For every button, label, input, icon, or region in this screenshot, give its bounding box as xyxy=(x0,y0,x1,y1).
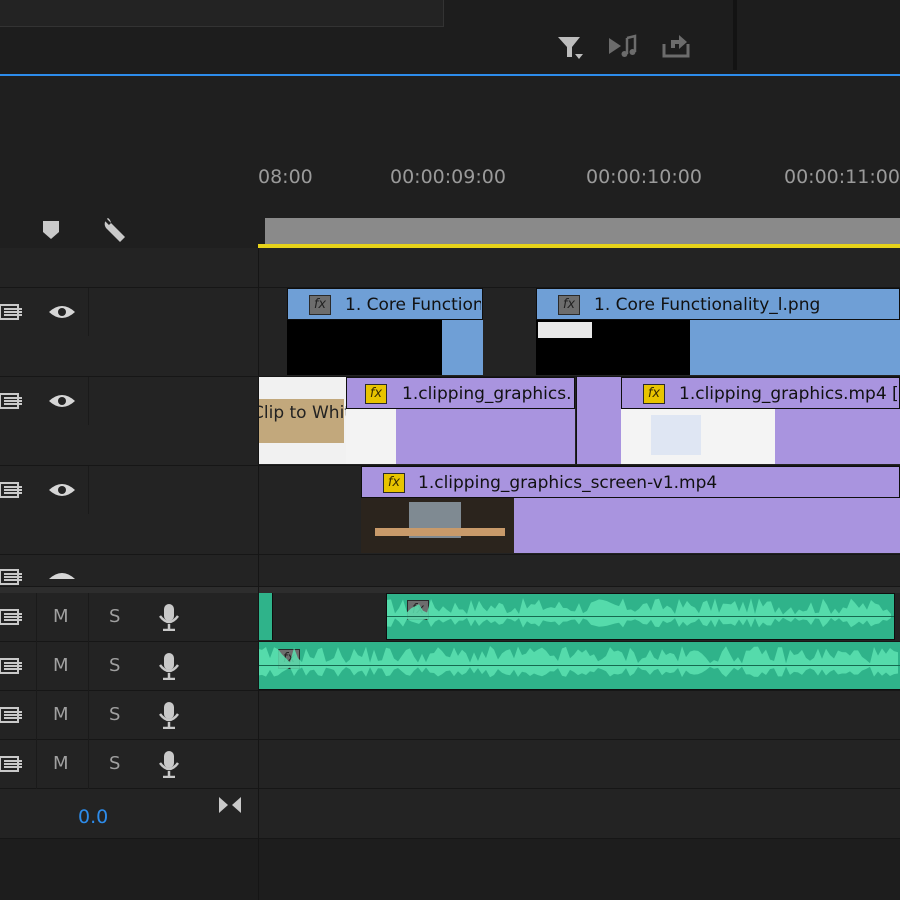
video-clip[interactable]: fx 1. Core Functionality_l.png xyxy=(536,288,900,375)
toggle-sync-lock-icon[interactable] xyxy=(0,607,26,627)
solo-button[interactable]: S xyxy=(109,753,120,774)
thumbnail-image xyxy=(375,528,505,536)
mute-button[interactable]: M xyxy=(53,606,69,627)
timeline-footer xyxy=(0,839,900,900)
audio-track-header xyxy=(0,691,258,740)
video-clip-segment[interactable] xyxy=(576,377,622,464)
toggle-sync-lock-icon[interactable] xyxy=(0,391,26,411)
audio-clip[interactable]: fx xyxy=(386,593,895,640)
mute-button[interactable]: M xyxy=(53,753,69,774)
go-to-in-out-icon[interactable] xyxy=(217,795,243,815)
wrench-icon[interactable] xyxy=(102,215,132,245)
clip-header: fx 1.clipping_graphics.mp4 [13 xyxy=(621,377,900,409)
header-lane-divider[interactable] xyxy=(258,248,259,900)
microphone-icon[interactable] xyxy=(158,750,180,778)
track-header-empty xyxy=(0,248,258,288)
toggle-sync-lock-icon[interactable] xyxy=(0,705,26,725)
clip-name: 1. Core Function xyxy=(345,295,481,315)
master-volume-value[interactable]: 0.0 xyxy=(78,806,108,828)
header-divider xyxy=(88,593,89,789)
clip-thumbnail xyxy=(346,409,396,464)
toggle-sync-lock-icon[interactable] xyxy=(0,754,26,774)
audio-waveform xyxy=(258,646,900,678)
fx-badge: fx xyxy=(365,384,387,404)
add-marker-icon[interactable] xyxy=(40,219,62,241)
clip-body xyxy=(690,320,900,375)
timecode-label: 00:00:09:00 xyxy=(390,166,506,188)
track-toggle-cell xyxy=(36,288,89,336)
timecode-label: 08:00 xyxy=(258,166,313,188)
solo-button[interactable]: S xyxy=(109,704,120,725)
clip-name: 1.clipping_graphics.mp4 [13 xyxy=(679,384,900,404)
export-icon[interactable] xyxy=(660,32,692,60)
video-track-header xyxy=(0,555,258,587)
clip-thumbnail xyxy=(536,320,690,375)
track-toggle-cell xyxy=(36,377,89,425)
fx-badge: fx xyxy=(558,295,580,315)
video-clip[interactable]: fx 1.clipping_graphics_screen-v1.mp4 xyxy=(361,466,900,553)
clip-thumbnail xyxy=(361,498,514,553)
header-divider xyxy=(36,593,37,789)
track-toggle-cell xyxy=(36,466,89,514)
master-track-lane xyxy=(258,789,900,839)
clip-header: fx 1. Core Function xyxy=(287,288,483,320)
solo-button[interactable]: S xyxy=(109,606,120,627)
mute-button[interactable]: M xyxy=(53,655,69,676)
clip-name: 1. Core Functionality_l.png xyxy=(594,295,821,315)
video-clip[interactable]: fx 1.clipping_graphics. xyxy=(346,377,575,464)
clip-body xyxy=(514,498,900,553)
eye-icon[interactable] xyxy=(48,569,76,587)
thumbnail-text: Clip to White xyxy=(258,403,346,423)
video-track-lane xyxy=(258,555,900,587)
clip-body xyxy=(442,320,483,375)
waveform-shape xyxy=(258,646,898,678)
microphone-icon[interactable] xyxy=(158,652,180,680)
clip-body xyxy=(775,409,900,464)
clip-thumbnail xyxy=(621,409,775,464)
thumbnail-image xyxy=(651,415,701,455)
audio-track-lane xyxy=(258,740,900,789)
video-clip-thumbnail[interactable]: Clip to White xyxy=(258,377,346,464)
solo-button[interactable]: S xyxy=(109,655,120,676)
mute-button[interactable]: M xyxy=(53,704,69,725)
microphone-icon[interactable] xyxy=(158,701,180,729)
clip-header: fx 1.clipping_graphics_screen-v1.mp4 xyxy=(361,466,900,498)
video-clip[interactable]: fx 1. Core Function xyxy=(287,288,483,375)
panel-area xyxy=(0,0,444,27)
audio-track-lane xyxy=(258,691,900,740)
panel-divider[interactable] xyxy=(733,0,737,70)
clip-body xyxy=(396,409,575,464)
timecode-label: 00:00:10:00 xyxy=(586,166,702,188)
fx-badge: fx xyxy=(309,295,331,315)
clip-name: 1.clipping_graphics. xyxy=(402,384,572,404)
clip-thumbnail xyxy=(287,320,442,375)
toggle-sync-lock-icon[interactable] xyxy=(0,656,26,676)
clip-header: fx 1.clipping_graphics. xyxy=(346,377,575,409)
insert-audio-icon[interactable] xyxy=(607,32,639,60)
audio-track-header xyxy=(0,642,258,691)
audio-clip[interactable] xyxy=(258,593,273,640)
waveform-shape xyxy=(387,598,891,628)
thumbnail-image xyxy=(538,322,592,338)
toggle-sync-lock-icon[interactable] xyxy=(0,302,26,322)
clip-name: 1.clipping_graphics_screen-v1.mp4 xyxy=(418,473,718,493)
audio-track-header xyxy=(0,593,258,642)
filter-icon[interactable] xyxy=(555,32,587,60)
audio-track-header xyxy=(0,740,258,789)
clip-header: fx 1. Core Functionality_l.png xyxy=(536,288,900,320)
video-clip[interactable]: fx 1.clipping_graphics.mp4 [13 xyxy=(621,377,900,464)
track-lane-empty xyxy=(258,248,900,288)
work-area-bar[interactable] xyxy=(265,218,900,244)
toggle-sync-lock-icon[interactable] xyxy=(0,567,26,587)
audio-waveform xyxy=(387,598,894,628)
microphone-icon[interactable] xyxy=(158,603,180,631)
timecode-label: 00:00:11:00 xyxy=(784,166,900,188)
fx-badge: fx xyxy=(383,473,405,493)
toggle-sync-lock-icon[interactable] xyxy=(0,480,26,500)
fx-badge: fx xyxy=(643,384,665,404)
audio-clip[interactable]: fx xyxy=(258,642,900,690)
